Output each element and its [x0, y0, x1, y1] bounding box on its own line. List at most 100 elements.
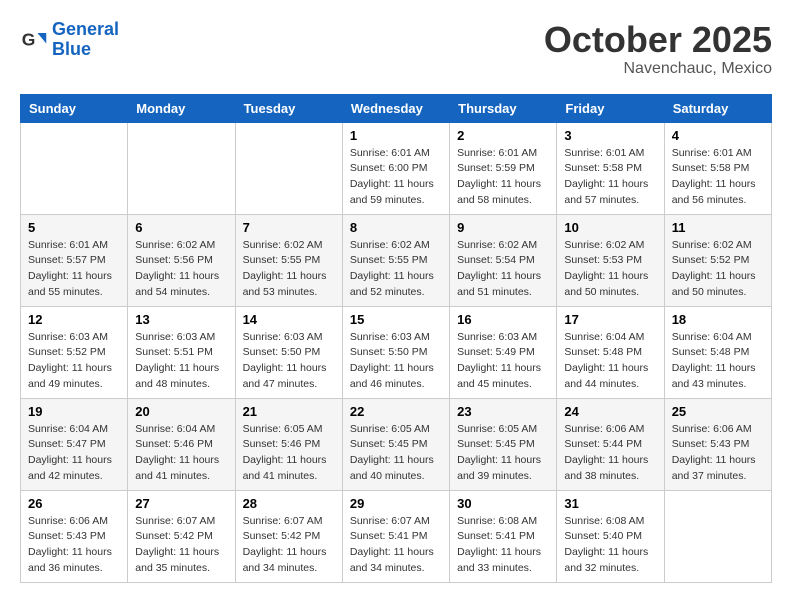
day-info: Sunrise: 6:07 AMSunset: 5:41 PMDaylight:… [350, 514, 442, 577]
day-info: Sunrise: 6:03 AMSunset: 5:50 PMDaylight:… [350, 330, 442, 393]
logo-text: General Blue [52, 20, 119, 60]
calendar-cell: 16Sunrise: 6:03 AMSunset: 5:49 PMDayligh… [450, 306, 557, 398]
calendar-cell: 29 Sunrise: 6:07 AMSunset: 5:41 PMDayligh… [342, 490, 449, 582]
weekday-header: Tuesday [235, 94, 342, 122]
day-info: Sunrise: 6:01 AMSunset: 5:58 PMDaylight:… [672, 146, 764, 209]
calendar-cell: 24Sunrise: 6:06 AMSunset: 5:44 PMDayligh… [557, 398, 664, 490]
day-info: Sunrise: 6:08 AMSunset: 5:40 PMDaylight:… [564, 514, 656, 577]
day-number: 26 [28, 496, 120, 511]
day-number: 18 [672, 312, 764, 327]
weekday-header: Sunday [21, 94, 128, 122]
day-info: Sunrise: 6:01 AMSunset: 5:59 PMDaylight:… [457, 146, 549, 209]
calendar-cell: 13 Sunrise: 6:03 AMSunset: 5:51 PMDayligh… [128, 306, 235, 398]
day-info: Sunrise: 6:02 AMSunset: 5:55 PMDaylight:… [243, 238, 335, 301]
day-info: Sunrise: 6:07 AMSunset: 5:42 PMDaylight:… [135, 514, 227, 577]
calendar-cell: 21 Sunrise: 6:05 AMSunset: 5:46 PMDayligh… [235, 398, 342, 490]
calendar-cell: 1 Sunrise: 6:01 AMSunset: 6:00 PMDaylight… [342, 122, 449, 214]
calendar-cell: 23 Sunrise: 6:05 AMSunset: 5:45 PMDayligh… [450, 398, 557, 490]
calendar-cell: 8 Sunrise: 6:02 AMSunset: 5:55 PMDaylight… [342, 214, 449, 306]
day-info: Sunrise: 6:05 AMSunset: 5:46 PMDaylight:… [243, 422, 335, 485]
calendar-cell: 18Sunrise: 6:04 AMSunset: 5:48 PMDayligh… [664, 306, 771, 398]
day-number: 1 [350, 128, 442, 143]
day-number: 13 [135, 312, 227, 327]
calendar-cell: 22 Sunrise: 6:05 AMSunset: 5:45 PMDayligh… [342, 398, 449, 490]
day-number: 12 [28, 312, 120, 327]
day-info: Sunrise: 6:03 AMSunset: 5:51 PMDaylight:… [135, 330, 227, 393]
day-number: 2 [457, 128, 549, 143]
day-number: 8 [350, 220, 442, 235]
day-info: Sunrise: 6:05 AMSunset: 5:45 PMDaylight:… [457, 422, 549, 485]
day-number: 3 [564, 128, 656, 143]
calendar-cell: 19Sunrise: 6:04 AMSunset: 5:47 PMDayligh… [21, 398, 128, 490]
day-number: 5 [28, 220, 120, 235]
calendar-cell [235, 122, 342, 214]
calendar-cell: 31 Sunrise: 6:08 AMSunset: 5:40 PMDayligh… [557, 490, 664, 582]
calendar-cell: 3 Sunrise: 6:01 AMSunset: 5:58 PMDaylight… [557, 122, 664, 214]
weekday-header: Wednesday [342, 94, 449, 122]
day-info: Sunrise: 6:06 AMSunset: 5:43 PMDaylight:… [28, 514, 120, 577]
day-number: 21 [243, 404, 335, 419]
weekday-header: Friday [557, 94, 664, 122]
calendar-cell: 27 Sunrise: 6:07 AMSunset: 5:42 PMDayligh… [128, 490, 235, 582]
day-info: Sunrise: 6:01 AMSunset: 5:57 PMDaylight:… [28, 238, 120, 301]
day-info: Sunrise: 6:02 AMSunset: 5:52 PMDaylight:… [672, 238, 764, 301]
calendar-cell: 20Sunrise: 6:04 AMSunset: 5:46 PMDayligh… [128, 398, 235, 490]
day-number: 30 [457, 496, 549, 511]
calendar-cell: 10Sunrise: 6:02 AMSunset: 5:53 PMDayligh… [557, 214, 664, 306]
svg-text:G: G [22, 29, 36, 49]
day-info: Sunrise: 6:01 AMSunset: 6:00 PMDaylight:… [350, 146, 442, 209]
calendar-cell: 7 Sunrise: 6:02 AMSunset: 5:55 PMDaylight… [235, 214, 342, 306]
day-info: Sunrise: 6:05 AMSunset: 5:45 PMDaylight:… [350, 422, 442, 485]
weekday-header: Saturday [664, 94, 771, 122]
day-info: Sunrise: 6:04 AMSunset: 5:46 PMDaylight:… [135, 422, 227, 485]
day-info: Sunrise: 6:07 AMSunset: 5:42 PMDaylight:… [243, 514, 335, 577]
day-info: Sunrise: 6:03 AMSunset: 5:50 PMDaylight:… [243, 330, 335, 393]
calendar-cell: 30 Sunrise: 6:08 AMSunset: 5:41 PMDayligh… [450, 490, 557, 582]
logo-line1: General [52, 19, 119, 39]
day-info: Sunrise: 6:03 AMSunset: 5:52 PMDaylight:… [28, 330, 120, 393]
logo-line2: Blue [52, 40, 119, 60]
month-title: October 2025 [544, 20, 772, 60]
day-info: Sunrise: 6:02 AMSunset: 5:55 PMDaylight:… [350, 238, 442, 301]
day-info: Sunrise: 6:04 AMSunset: 5:48 PMDaylight:… [564, 330, 656, 393]
day-number: 11 [672, 220, 764, 235]
logo-icon: G [20, 26, 48, 54]
day-info: Sunrise: 6:02 AMSunset: 5:54 PMDaylight:… [457, 238, 549, 301]
day-number: 15 [350, 312, 442, 327]
calendar-cell: 28 Sunrise: 6:07 AMSunset: 5:42 PMDayligh… [235, 490, 342, 582]
day-info: Sunrise: 6:04 AMSunset: 5:47 PMDaylight:… [28, 422, 120, 485]
day-number: 29 [350, 496, 442, 511]
day-number: 9 [457, 220, 549, 235]
day-info: Sunrise: 6:02 AMSunset: 5:53 PMDaylight:… [564, 238, 656, 301]
title-block: October 2025 Navenchauc, Mexico [544, 20, 772, 78]
calendar-cell: 12 Sunrise: 6:03 AMSunset: 5:52 PMDayligh… [21, 306, 128, 398]
calendar-cell: 5 Sunrise: 6:01 AMSunset: 5:57 PMDaylight… [21, 214, 128, 306]
weekday-header: Thursday [450, 94, 557, 122]
calendar-week-row: 12 Sunrise: 6:03 AMSunset: 5:52 PMDayligh… [21, 306, 772, 398]
calendar-week-row: 19Sunrise: 6:04 AMSunset: 5:47 PMDayligh… [21, 398, 772, 490]
day-number: 31 [564, 496, 656, 511]
calendar-cell: 14 Sunrise: 6:03 AMSunset: 5:50 PMDayligh… [235, 306, 342, 398]
calendar-cell [664, 490, 771, 582]
day-info: Sunrise: 6:08 AMSunset: 5:41 PMDaylight:… [457, 514, 549, 577]
calendar-cell: 26 Sunrise: 6:06 AMSunset: 5:43 PMDayligh… [21, 490, 128, 582]
day-number: 23 [457, 404, 549, 419]
calendar-cell: 4Sunrise: 6:01 AMSunset: 5:58 PMDaylight… [664, 122, 771, 214]
calendar-cell [128, 122, 235, 214]
day-number: 28 [243, 496, 335, 511]
day-info: Sunrise: 6:06 AMSunset: 5:44 PMDaylight:… [564, 422, 656, 485]
page-header: G General Blue October 2025 Navenchauc, … [20, 20, 772, 78]
calendar-week-row: 26 Sunrise: 6:06 AMSunset: 5:43 PMDayligh… [21, 490, 772, 582]
calendar-cell: 6Sunrise: 6:02 AMSunset: 5:56 PMDaylight… [128, 214, 235, 306]
day-number: 7 [243, 220, 335, 235]
day-number: 25 [672, 404, 764, 419]
weekday-header: Monday [128, 94, 235, 122]
location: Navenchauc, Mexico [544, 60, 772, 78]
day-number: 22 [350, 404, 442, 419]
calendar-week-row: 5 Sunrise: 6:01 AMSunset: 5:57 PMDaylight… [21, 214, 772, 306]
day-number: 27 [135, 496, 227, 511]
day-info: Sunrise: 6:01 AMSunset: 5:58 PMDaylight:… [564, 146, 656, 209]
calendar-cell [21, 122, 128, 214]
logo: G General Blue [20, 20, 119, 60]
day-number: 14 [243, 312, 335, 327]
